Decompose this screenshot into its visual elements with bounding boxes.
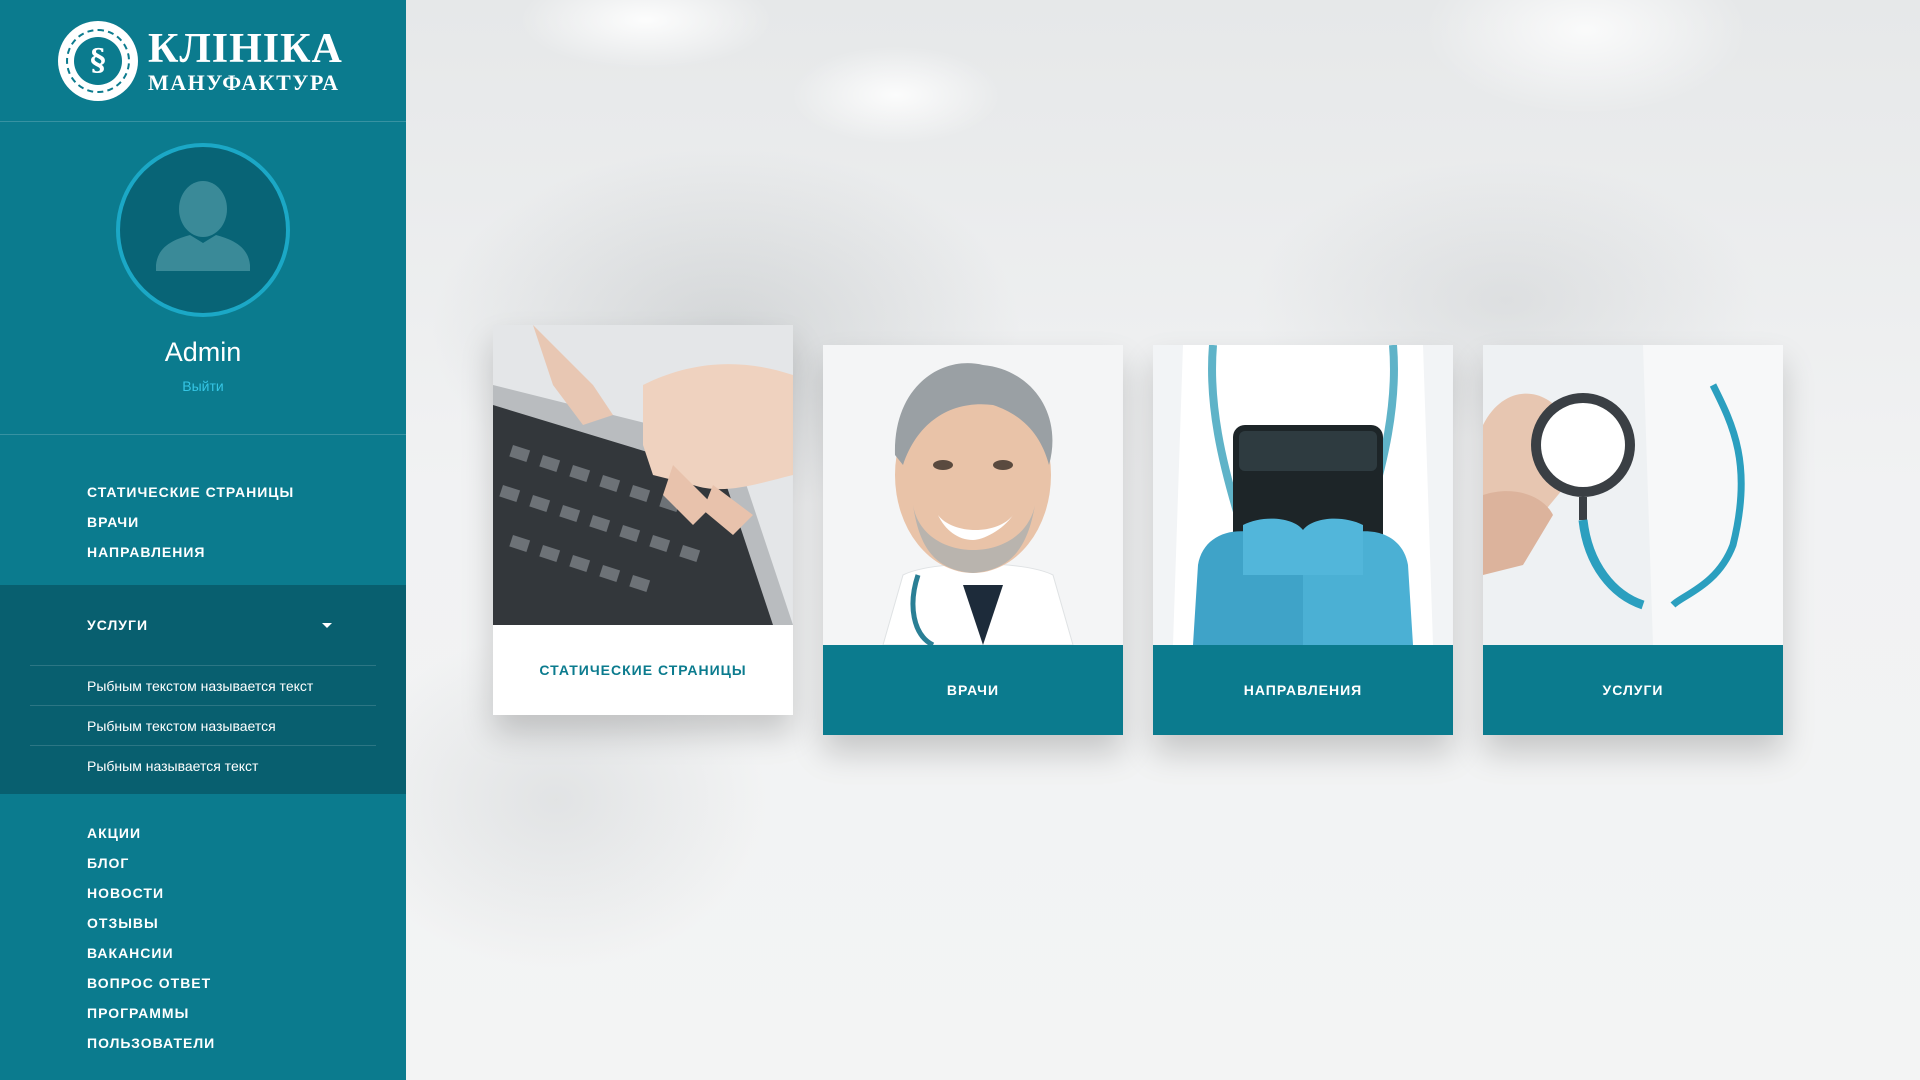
sidebar-item-doctors[interactable]: ВРАЧИ [0, 507, 406, 537]
submenu-item[interactable]: Рыбным текстом называется текст [30, 665, 376, 705]
sidebar-item-users[interactable]: ПОЛЬЗОВАТЕЛИ [0, 1028, 406, 1058]
card-doctors-label: ВРАЧИ [823, 645, 1123, 735]
sidebar-item-static-pages[interactable]: СТАТИЧЕСКИЕ СТРАНИЦЫ [0, 477, 406, 507]
sidebar-item-faq[interactable]: ВОПРОС ОТВЕТ [0, 968, 406, 998]
emblem-ring [66, 28, 130, 93]
gloved-hands-phone-image [1153, 345, 1453, 645]
sidebar: § КЛІНІКА МАНУФАКТУРА Admin Выйти СТАТИЧ… [0, 0, 406, 1080]
user-silhouette-icon [156, 181, 250, 271]
card-services[interactable]: УСЛУГИ [1483, 345, 1783, 735]
logo-line-1: КЛІНІКА [148, 25, 343, 72]
clinic-emblem-icon: § [58, 20, 138, 101]
stethoscope-image [1483, 345, 1783, 645]
card-doctors[interactable]: ВРАЧИ [823, 345, 1123, 735]
card-directions-label: НАПРАВЛЕНИЯ [1153, 645, 1453, 735]
submenu-item[interactable]: Рыбным текстом называется [30, 705, 376, 745]
sidebar-item-directions[interactable]: НАПРАВЛЕНИЯ [0, 537, 406, 567]
sidebar-item-programs[interactable]: ПРОГРАММЫ [0, 998, 406, 1028]
logo-line-2: МАНУФАКТУРА [148, 69, 340, 95]
laptop-keyboard-image [493, 325, 793, 625]
clinic-logo[interactable]: § КЛІНІКА МАНУФАКТУРА [0, 0, 406, 122]
sidebar-item-vacancies[interactable]: ВАКАНСИИ [0, 938, 406, 968]
avatar [116, 143, 290, 317]
logo-wordmark: КЛІНІКА МАНУФАКТУРА [148, 28, 343, 94]
card-services-label: УСЛУГИ [1483, 645, 1783, 735]
sidebar-item-news[interactable]: НОВОСТИ [0, 878, 406, 908]
sidebar-item-reviews[interactable]: ОТЗЫВЫ [0, 908, 406, 938]
sidebar-menu-top: СТАТИЧЕСКИЕ СТРАНИЦЫ ВРАЧИ НАПРАВЛЕНИЯ [0, 435, 406, 585]
sidebar-item-blog[interactable]: БЛОГ [0, 848, 406, 878]
sidebar-submenu-services: УСЛУГИ Рыбным текстом называется текст Р… [0, 585, 406, 794]
dashboard-main: СТАТИЧЕСКИЕ СТРАНИЦЫ ВРАЧИ НАПРАВЛЕНИЯ У… [406, 0, 1920, 1080]
sidebar-item-promotions[interactable]: АКЦИИ [0, 818, 406, 848]
services-submenu-list: Рыбным текстом называется текст Рыбным т… [30, 665, 376, 785]
user-name: Admin [164, 337, 242, 367]
card-static-pages-label: СТАТИЧЕСКИЕ СТРАНИЦЫ [493, 625, 793, 715]
sidebar-menu-bottom: АКЦИИ БЛОГ НОВОСТИ ОТЗЫВЫ ВАКАНСИИ ВОПРО… [0, 794, 406, 1058]
card-static-pages[interactable]: СТАТИЧЕСКИЕ СТРАНИЦЫ [493, 325, 793, 715]
logout-link[interactable]: Выйти [182, 378, 223, 394]
sidebar-item-services-label: УСЛУГИ [87, 617, 149, 633]
smiling-doctor-image [823, 345, 1123, 645]
card-directions[interactable]: НАПРАВЛЕНИЯ [1153, 345, 1453, 735]
caret-down-icon[interactable] [322, 622, 332, 628]
submenu-item[interactable]: Рыбным называется текст [30, 745, 376, 785]
sidebar-item-services[interactable]: УСЛУГИ [0, 599, 406, 651]
user-profile: Admin Выйти [0, 143, 406, 435]
